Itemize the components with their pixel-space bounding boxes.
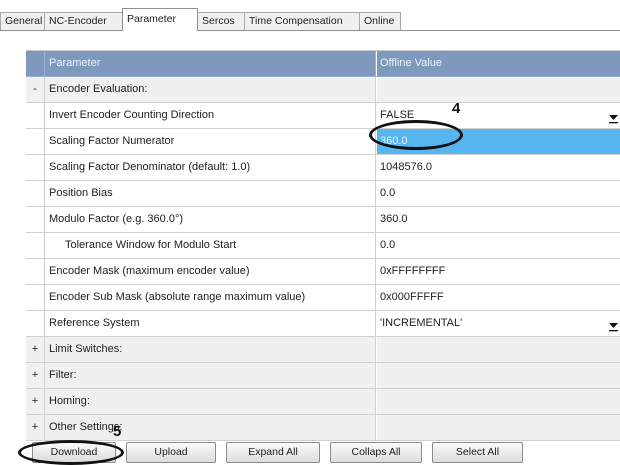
offline-value-cell[interactable] [377, 363, 620, 388]
tab-label: Parameter [127, 13, 177, 25]
header-expander-cell [26, 51, 45, 76]
offline-value-cell[interactable]: 0x000FFFFF [377, 285, 620, 310]
tab-parameter[interactable]: Parameter [122, 8, 198, 31]
tab-strip: General NC-Encoder Parameter Sercos Time… [0, 8, 620, 31]
tab-general[interactable]: General [0, 12, 45, 30]
row-spacer [26, 181, 45, 206]
upload-button[interactable]: Upload [126, 442, 216, 463]
row-spacer [26, 155, 45, 180]
tab-sercos[interactable]: Sercos [197, 12, 245, 30]
offline-value: 360.0 [380, 213, 408, 225]
table-row[interactable]: Invert Encoder Counting Direction FALSE [26, 103, 620, 129]
group-row[interactable]: + Homing: [26, 389, 620, 415]
dropdown-arrow-icon[interactable] [609, 317, 618, 332]
table-row[interactable]: Modulo Factor (e.g. 360.0°) 360.0 [26, 207, 620, 233]
offline-value-cell[interactable]: 0xFFFFFFFF [377, 259, 620, 284]
tab-label: Time Compensation [249, 15, 343, 27]
column-header-parameter[interactable]: Parameter [45, 51, 376, 76]
column-header-offline-value[interactable]: Offline Value [377, 51, 620, 76]
expander-toggle[interactable]: - [26, 77, 45, 102]
offline-value: 1048576.0 [380, 161, 432, 173]
offline-value-cell[interactable] [377, 415, 620, 440]
parameter-name: Reference System [45, 311, 376, 336]
tab-time-compensation[interactable]: Time Compensation [244, 12, 360, 30]
expander-toggle[interactable]: + [26, 389, 45, 414]
parameter-name: Encoder Mask (maximum encoder value) [45, 259, 376, 284]
highlight-ellipse [369, 120, 463, 150]
tab-label: Sercos [202, 15, 235, 27]
group-row[interactable]: - Encoder Evaluation: [26, 77, 620, 103]
offline-value: 0.0 [380, 187, 396, 199]
row-spacer [26, 103, 45, 128]
collapse-all-button[interactable]: Collaps All [330, 442, 422, 463]
parameter-name: Other Settings: [45, 415, 376, 440]
group-row[interactable]: + Limit Switches: [26, 337, 620, 363]
annotation-marker-4: 4 [452, 100, 461, 117]
row-spacer [26, 207, 45, 232]
row-spacer [26, 233, 45, 258]
offline-value-cell[interactable] [377, 337, 620, 362]
offline-value: 'INCREMENTAL' [380, 317, 463, 329]
table-row[interactable]: Scaling Factor Numerator 360.0 [26, 129, 620, 155]
parameter-name: Limit Switches: [45, 337, 376, 362]
grid-header: Parameter Offline Value [26, 51, 620, 77]
offline-value: 0xFFFFFFFF [380, 265, 446, 277]
table-row[interactable]: Encoder Mask (maximum encoder value) 0xFF… [26, 259, 620, 285]
parameter-name: Modulo Factor (e.g. 360.0°) [45, 207, 376, 232]
offline-value-cell[interactable]: 0.0 [377, 181, 620, 206]
offline-value-cell[interactable] [377, 77, 620, 102]
table-row[interactable]: Reference System 'INCREMENTAL' [26, 311, 620, 337]
offline-value-cell[interactable]: 'INCREMENTAL' [377, 311, 620, 336]
tab-label: NC-Encoder [49, 15, 107, 27]
offline-value-cell[interactable] [377, 389, 620, 414]
group-row[interactable]: + Filter: [26, 363, 620, 389]
row-spacer [26, 129, 45, 154]
table-row[interactable]: Tolerance Window for Modulo Start 0.0 [26, 233, 620, 259]
parameter-name: Homing: [45, 389, 376, 414]
parameter-name: Tolerance Window for Modulo Start [45, 233, 376, 258]
annotation-marker-5: 5 [113, 423, 122, 440]
tab-online[interactable]: Online [359, 12, 401, 30]
select-all-button[interactable]: Select All [432, 442, 523, 463]
expander-toggle[interactable]: + [26, 363, 45, 388]
offline-value-cell[interactable]: 1048576.0 [377, 155, 620, 180]
table-row[interactable]: Scaling Factor Denominator (default: 1.0… [26, 155, 620, 181]
row-spacer [26, 259, 45, 284]
tab-divider [0, 30, 620, 31]
expander-toggle[interactable]: + [26, 337, 45, 362]
expand-all-button[interactable]: Expand All [226, 442, 320, 463]
tab-label: Online [364, 15, 395, 27]
offline-value-cell[interactable]: 360.0 [377, 207, 620, 232]
table-row[interactable]: Encoder Sub Mask (absolute range maximum… [26, 285, 620, 311]
parameter-name: Encoder Sub Mask (absolute range maximum… [45, 285, 376, 310]
parameter-name: Encoder Evaluation: [45, 77, 376, 102]
download-highlight-ellipse [18, 440, 124, 465]
offline-value: 0.0 [380, 239, 396, 251]
parameter-grid: Parameter Offline Value - Encoder Evaluat… [26, 50, 620, 441]
parameter-name: Filter: [45, 363, 376, 388]
tab-label: General [5, 15, 43, 27]
tab-nc-encoder[interactable]: NC-Encoder [44, 12, 123, 30]
dropdown-arrow-icon[interactable] [609, 109, 618, 124]
expander-toggle[interactable]: + [26, 415, 45, 440]
parameter-name: Scaling Factor Denominator (default: 1.0… [45, 155, 376, 180]
parameter-name: Scaling Factor Numerator [45, 129, 376, 154]
offline-value-cell[interactable]: 0.0 [377, 233, 620, 258]
table-row[interactable]: Position Bias 0.0 [26, 181, 620, 207]
parameter-name: Position Bias [45, 181, 376, 206]
parameter-name: Invert Encoder Counting Direction [45, 103, 376, 128]
row-spacer [26, 311, 45, 336]
offline-value: 0x000FFFFF [380, 291, 444, 303]
row-spacer [26, 285, 45, 310]
